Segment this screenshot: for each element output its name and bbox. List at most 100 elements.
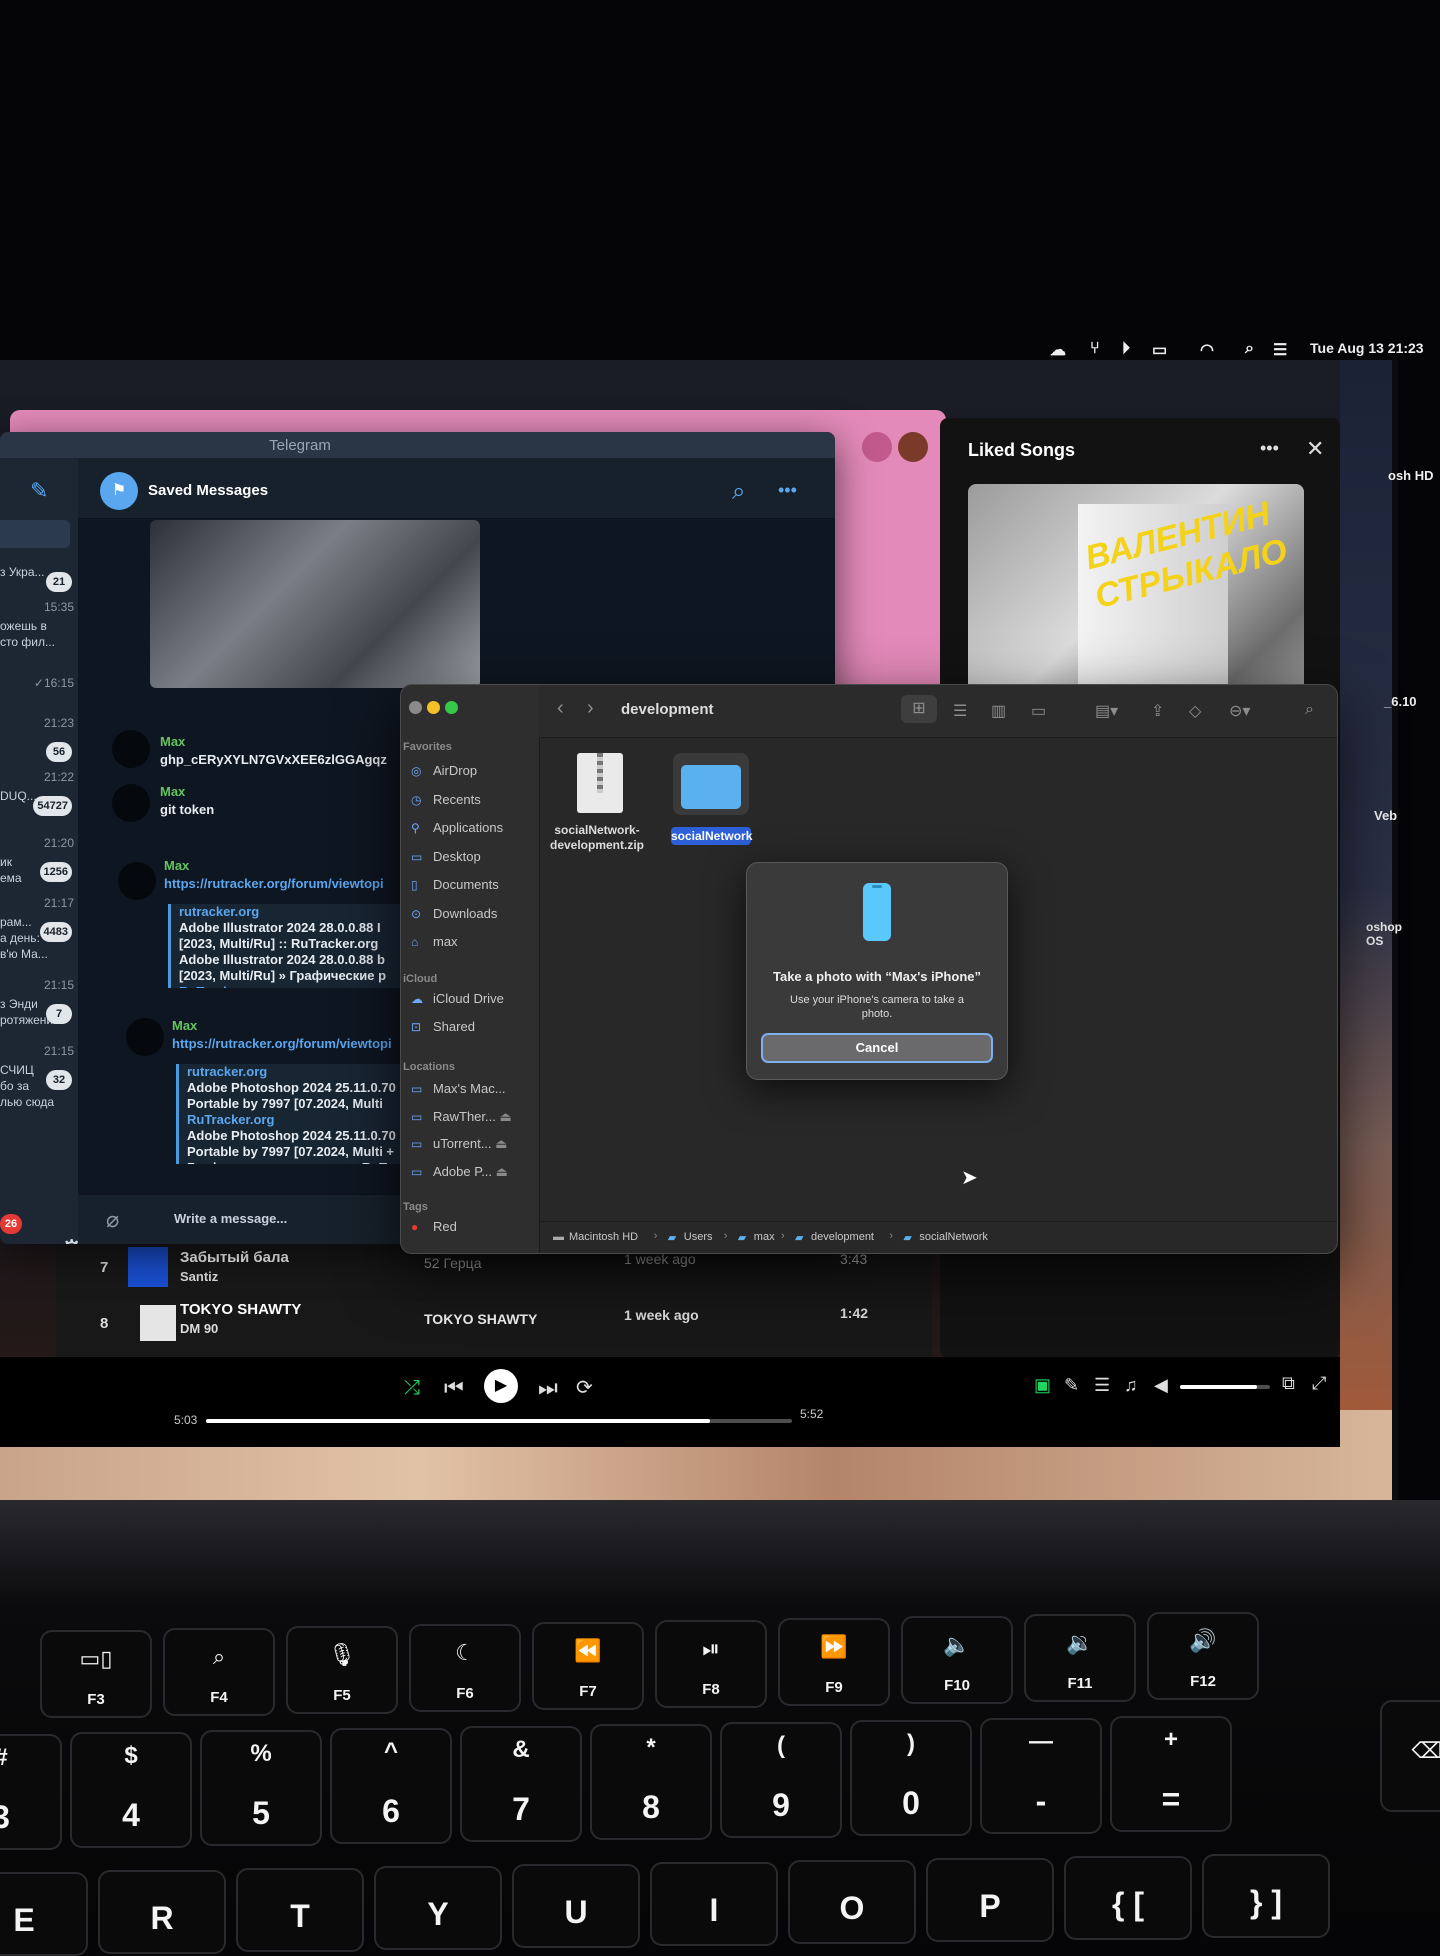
sender-name[interactable]: Max (160, 784, 185, 799)
sidebar-item-max[interactable]: ⌂ max (411, 934, 458, 949)
sidebar-item-airdrop[interactable]: ◎ AirDrop (411, 763, 477, 778)
track-album[interactable]: TOKYO SHAWTY (424, 1311, 537, 1327)
file-item[interactable]: socialNetwork- development.zip (549, 753, 645, 865)
key-y[interactable]: Y (374, 1866, 502, 1950)
sidebar-item-downloads[interactable]: ⊙ Downloads (411, 906, 497, 921)
list-view-icon[interactable]: ☰ (953, 701, 967, 721)
sidebar-item-applications[interactable]: ⚲ Applications (411, 820, 503, 835)
tag-icon[interactable]: ◇ (1189, 701, 1201, 721)
cancel-button[interactable]: Cancel (761, 1033, 993, 1063)
icon-view-icon[interactable]: ⊞ (901, 695, 937, 723)
chat-list-item[interactable]: 21:17 рам... а день: в'ю Ма... 4483 (0, 896, 78, 961)
track-artist[interactable]: Santiz (180, 1269, 218, 1284)
compose-icon[interactable]: ✎ (30, 478, 48, 504)
sender-name[interactable]: Max (172, 1018, 197, 1033)
chat-list-item[interactable]: 21:22 DUQ... 54727 (0, 770, 78, 826)
path-segment[interactable]: development (811, 1231, 874, 1243)
sidebar-item-max-s-mac[interactable]: ▭ Max's Mac... (411, 1081, 506, 1096)
track-artist[interactable]: DM 90 (180, 1321, 218, 1336)
avatar[interactable] (126, 1018, 164, 1056)
key-minus[interactable]: — - (980, 1718, 1102, 1834)
back-icon[interactable]: ‹ (557, 697, 564, 720)
key-4[interactable]: $4 (70, 1732, 192, 1848)
key-p[interactable]: P (926, 1858, 1054, 1942)
key-5[interactable]: % 5 (200, 1730, 322, 1846)
miniplayer-icon[interactable]: ⧉ (1282, 1373, 1295, 1394)
key-f11[interactable]: 🔉 F11 (1024, 1614, 1136, 1702)
people-icon[interactable] (862, 432, 892, 462)
fork-icon[interactable]: ⑂ (1090, 340, 1100, 358)
key-[interactable]: } ] (1202, 1854, 1330, 1938)
column-view-icon[interactable]: ▥ (991, 701, 1006, 721)
key-t[interactable]: T (236, 1868, 364, 1952)
path-segment[interactable]: socialNetwork (919, 1231, 987, 1243)
key-f12[interactable]: 🔊 F12 (1147, 1612, 1259, 1700)
chat-title[interactable]: Saved Messages (148, 482, 268, 499)
control-center-icon[interactable]: ☰ (1273, 340, 1287, 360)
creative-cloud-icon[interactable]: ☁ (1050, 340, 1066, 360)
close-icon[interactable]: ✕ (1306, 436, 1324, 462)
track-title[interactable]: Забытый бала (180, 1249, 289, 1266)
message-input[interactable]: Write a message... (174, 1211, 287, 1226)
desktop-label[interactable]: _6.10 (1384, 694, 1440, 709)
shuffle-icon[interactable]: ⤮ (404, 1377, 420, 1400)
share-icon[interactable]: ⇪ (1151, 701, 1164, 721)
key-o[interactable]: O (788, 1860, 916, 1944)
search-field[interactable] (0, 520, 70, 548)
key-8[interactable]: * 8 (590, 1724, 712, 1840)
key-f6[interactable]: ☾ F6 (409, 1624, 521, 1712)
key-9[interactable]: (9 (720, 1722, 842, 1838)
key-7[interactable]: & 7 (460, 1726, 582, 1842)
chat-list-item[interactable]: 21:23 56 (0, 716, 78, 772)
key-equals[interactable]: + = (1110, 1716, 1232, 1832)
wifi-icon[interactable]: ◠ (1200, 340, 1214, 360)
action-icon[interactable]: ⊖▾ (1229, 701, 1250, 721)
message-link[interactable]: https://rutracker.org/forum/viewtopi (164, 876, 384, 891)
avatar[interactable] (112, 730, 150, 768)
chat-list-item[interactable]: 21:20 ик ема 1256 (0, 836, 78, 892)
key-0[interactable]: ) 0 (850, 1720, 972, 1836)
repeat-icon[interactable]: ⟳ (576, 1375, 593, 1400)
minimize-button[interactable] (427, 701, 440, 714)
search-icon[interactable]: ⌕ (1305, 701, 1314, 719)
avatar[interactable] (112, 784, 150, 822)
now-playing-view-icon[interactable]: ▣ (1034, 1375, 1051, 1396)
chat-list-item[interactable]: з Укра... 21 (0, 546, 78, 602)
key-e[interactable]: E (0, 1872, 88, 1956)
sidebar-item-documents[interactable]: ▯ Documents (411, 877, 499, 892)
path-segment[interactable]: Macintosh HD (569, 1231, 638, 1243)
menu-clock[interactable]: Tue Aug 13 21:23 (1310, 340, 1424, 356)
progress-track[interactable] (206, 1419, 792, 1423)
desktop-label[interactable]: Veb (1374, 808, 1434, 823)
sidebar-item-adobe-p[interactable]: ▭ Adobe P... ⏏ (411, 1164, 508, 1180)
sidebar-item-recents[interactable]: ◷ Recents (411, 792, 481, 807)
key-f7[interactable]: ⏪ F7 (532, 1622, 644, 1710)
zoom-button[interactable] (445, 701, 458, 714)
key-f10[interactable]: 🔈 F10 (901, 1616, 1013, 1704)
avatar[interactable] (898, 432, 928, 462)
queue-icon[interactable]: ☰ (1094, 1375, 1110, 1396)
group-icon[interactable]: ▤▾ (1095, 701, 1118, 721)
sidebar-item-desktop[interactable]: ▭ Desktop (411, 849, 481, 864)
track-title[interactable]: TOKYO SHAWTY (180, 1301, 301, 1318)
volume-slider[interactable] (1180, 1385, 1270, 1389)
next-icon[interactable]: ⏭ (538, 1375, 558, 1401)
chat-list-item[interactable]: 21:15 СЧИЦ бо за лью сюда 32 (0, 1044, 78, 1109)
search-icon[interactable]: ⌕ (1245, 340, 1254, 358)
chat-list-item[interactable]: 15:35 ожешь в сто фил... (0, 600, 78, 656)
path-segment[interactable]: Users (684, 1231, 713, 1243)
eject-icon[interactable]: ⏏ (492, 1136, 507, 1151)
devices-icon[interactable]: ♫ (1124, 1375, 1138, 1396)
key-f3[interactable]: ▭▯ F3 (40, 1630, 152, 1718)
eject-icon[interactable]: ⏏ (492, 1164, 508, 1179)
attach-icon[interactable]: ⌀ (106, 1207, 119, 1233)
fullscreen-icon[interactable]: ⤢ (1312, 1373, 1326, 1394)
key-r[interactable]: R (98, 1870, 226, 1954)
sidebar-item-utorrent[interactable]: ▭ uTorrent... ⏏ (411, 1136, 507, 1152)
volume-icon[interactable]: ◀ (1154, 1375, 1168, 1396)
path-segment[interactable]: max (754, 1231, 775, 1243)
key-i[interactable]: I (650, 1862, 778, 1946)
delete-key[interactable]: ⌫ (1380, 1700, 1440, 1812)
forward-icon[interactable]: › (587, 697, 594, 720)
play-button[interactable]: ▶ (484, 1369, 518, 1403)
